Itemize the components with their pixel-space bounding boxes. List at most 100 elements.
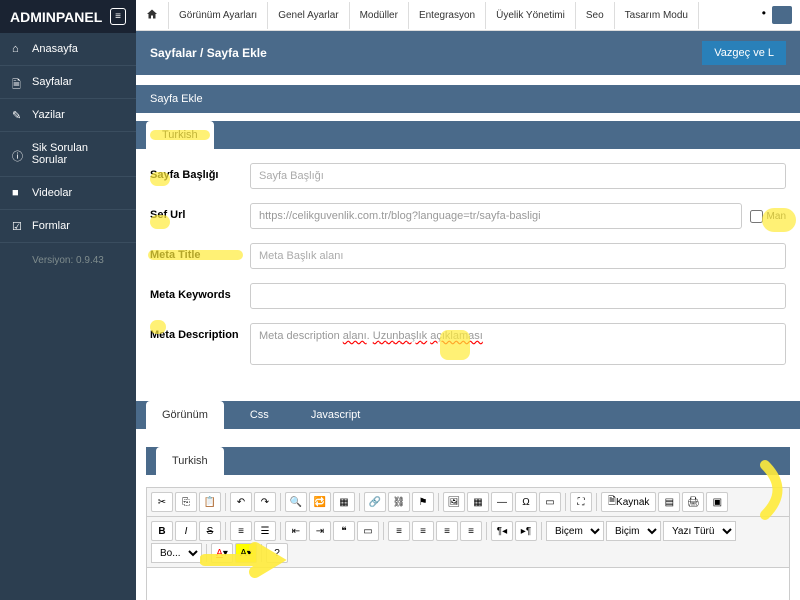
replace-icon[interactable]: 🔁 xyxy=(309,492,331,512)
label-meta-title: Meta Title xyxy=(150,243,250,261)
sidebar-item-label: Videolar xyxy=(32,187,72,199)
table-icon[interactable]: ▦ xyxy=(467,492,489,512)
numlist-icon[interactable]: ≡ xyxy=(230,521,252,541)
maximize-icon[interactable]: ⛶ xyxy=(570,492,592,512)
selectall-icon[interactable]: ▦ xyxy=(333,492,355,512)
copy-icon[interactable]: ⎘ xyxy=(175,492,197,512)
mail-icon[interactable] xyxy=(772,6,792,24)
quote-icon[interactable]: ❝ xyxy=(333,521,355,541)
label-sef-url: Sef Url xyxy=(150,203,250,221)
italic-icon[interactable]: I xyxy=(175,521,197,541)
link-icon[interactable]: 🔗 xyxy=(364,492,386,512)
manual-checkbox-wrap[interactable]: Man xyxy=(750,210,786,223)
sidebar-item-label: Formlar xyxy=(32,220,70,232)
manual-checkbox[interactable] xyxy=(750,210,763,223)
justify-icon[interactable]: ≡ xyxy=(460,521,482,541)
top-nav: Görünüm AyarlarıGenel AyarlarModüllerEnt… xyxy=(136,0,800,31)
sidebar-item-label: Anasayfa xyxy=(32,43,78,55)
breadcrumb-current: Sayfa Ekle xyxy=(207,46,267,60)
special-icon[interactable]: Ω xyxy=(515,492,537,512)
editor-tab-turkish[interactable]: Turkish xyxy=(156,447,224,475)
content-tabs: Görünüm Css Javascript xyxy=(136,401,800,429)
anchor-icon[interactable]: ⚑ xyxy=(412,492,434,512)
align-left-icon[interactable]: ≡ xyxy=(388,521,410,541)
source-button[interactable]: 🗎 Kaynak xyxy=(601,492,656,512)
dot-icon: • xyxy=(762,6,766,24)
input-page-title[interactable] xyxy=(250,163,786,189)
bgcolor-icon[interactable]: A▾ xyxy=(235,543,257,563)
topnav-üyelik-yönetimi[interactable]: Üyelik Yönetimi xyxy=(486,2,576,29)
label-meta-keywords: Meta Keywords xyxy=(150,283,250,301)
strike-icon[interactable]: S xyxy=(199,521,221,541)
paste-icon[interactable]: 📋 xyxy=(199,492,221,512)
brand-name: ADMINPANEL xyxy=(10,9,102,25)
rtl-icon[interactable]: ▸¶ xyxy=(515,521,537,541)
version-text: Versiyon: 0.9.43 xyxy=(0,243,136,278)
breadcrumb-parent[interactable]: Sayfalar xyxy=(150,46,197,60)
video-icon: ■ xyxy=(12,187,24,199)
size-select[interactable]: Bo... xyxy=(151,543,202,563)
template-icon[interactable]: ▤ xyxy=(658,492,680,512)
hr-icon[interactable]: — xyxy=(491,492,513,512)
label-page-title: Sayfa Başlığı xyxy=(150,163,250,181)
preview-icon[interactable]: ▣ xyxy=(706,492,728,512)
style-select[interactable]: Biçem xyxy=(546,521,604,541)
menu-toggle-icon[interactable]: ≡ xyxy=(110,8,126,25)
topnav-seo[interactable]: Seo xyxy=(576,2,615,29)
bold-icon[interactable]: B xyxy=(151,521,173,541)
image-icon[interactable]: 🖼 xyxy=(443,492,465,512)
redo-icon[interactable]: ↷ xyxy=(254,492,276,512)
iframe-icon[interactable]: ▭ xyxy=(539,492,561,512)
cancel-button[interactable]: Vazgeç ve L xyxy=(702,41,786,65)
topnav-görünüm-ayarları[interactable]: Görünüm Ayarları xyxy=(169,2,268,29)
sidebar-item-anasayfa[interactable]: ⌂ Anasayfa xyxy=(0,33,136,66)
subtab-css[interactable]: Css xyxy=(234,401,285,429)
format-select[interactable]: Biçim xyxy=(606,521,661,541)
input-sef-url[interactable] xyxy=(250,203,742,229)
sidebar-item-formlar[interactable]: ☑ Formlar xyxy=(0,210,136,243)
outdent-icon[interactable]: ⇤ xyxy=(285,521,307,541)
bullist-icon[interactable]: ☰ xyxy=(254,521,276,541)
sidebar-item-label: Yazilar xyxy=(32,109,65,121)
form-body: Sayfa Başlığı Sef Url Man Meta Title xyxy=(136,149,800,393)
file-icon: 🗎 xyxy=(12,76,24,88)
cut-icon[interactable]: ✂ xyxy=(151,492,173,512)
main-area: Görünüm AyarlarıGenel AyarlarModüllerEnt… xyxy=(136,0,800,600)
home-icon[interactable] xyxy=(136,2,169,29)
language-tabs: Turkish xyxy=(136,121,800,149)
sidebar-item-label: Sayfalar xyxy=(32,76,72,88)
sidebar-item-videolar[interactable]: ■ Videolar xyxy=(0,177,136,210)
ltr-icon[interactable]: ¶◂ xyxy=(491,521,513,541)
help-icon[interactable]: ? xyxy=(266,543,288,563)
print-icon[interactable]: 🖨 xyxy=(682,492,704,512)
input-meta-keywords[interactable] xyxy=(250,283,786,309)
sidebar: ADMINPANEL ≡ ⌂ Anasayfa 🗎 Sayfalar ✎Yazilarⓘ… xyxy=(0,0,136,600)
search-icon[interactable]: 🔍 xyxy=(285,492,307,512)
tab-turkish[interactable]: Turkish xyxy=(146,121,214,149)
indent-icon[interactable]: ⇥ xyxy=(309,521,331,541)
div-icon[interactable]: ▭ xyxy=(357,521,379,541)
input-meta-title[interactable] xyxy=(250,243,786,269)
topnav-entegrasyon[interactable]: Entegrasyon xyxy=(409,2,486,29)
subtab-javascript[interactable]: Javascript xyxy=(295,401,377,429)
sidebar-item-sayfalar[interactable]: 🗎 Sayfalar xyxy=(0,66,136,99)
subtab-görünüm[interactable]: Görünüm xyxy=(146,401,224,429)
home-icon: ⌂ xyxy=(12,43,24,55)
topnav-genel-ayarlar[interactable]: Genel Ayarlar xyxy=(268,2,349,29)
align-center-icon[interactable]: ≡ xyxy=(412,521,434,541)
panel-title: Sayfa Ekle xyxy=(136,85,800,113)
sidebar-item-sik-sorulan-sorular[interactable]: ⓘSik Sorulan Sorular xyxy=(0,132,136,177)
topnav-tasarım-modu[interactable]: Tasarım Modu xyxy=(615,2,699,29)
topnav-modüller[interactable]: Modüller xyxy=(350,2,409,29)
check-icon: ☑ xyxy=(12,220,24,232)
label-meta-description: Meta Description xyxy=(150,323,250,341)
editor-content[interactable] xyxy=(146,568,790,600)
input-meta-description[interactable]: Meta description alanı. Uzunbaşlık açıkl… xyxy=(250,323,786,365)
textcolor-icon[interactable]: A▾ xyxy=(211,543,233,563)
align-right-icon[interactable]: ≡ xyxy=(436,521,458,541)
undo-icon[interactable]: ↶ xyxy=(230,492,252,512)
sidebar-item-yazilar[interactable]: ✎Yazilar xyxy=(0,99,136,132)
font-select[interactable]: Yazı Türü xyxy=(663,521,736,541)
editor-toolbar-row1: ✂ ⎘ 📋 ↶ ↷ 🔍 🔁 ▦ 🔗 ⛓ ⚑ xyxy=(146,487,790,517)
unlink-icon[interactable]: ⛓ xyxy=(388,492,410,512)
